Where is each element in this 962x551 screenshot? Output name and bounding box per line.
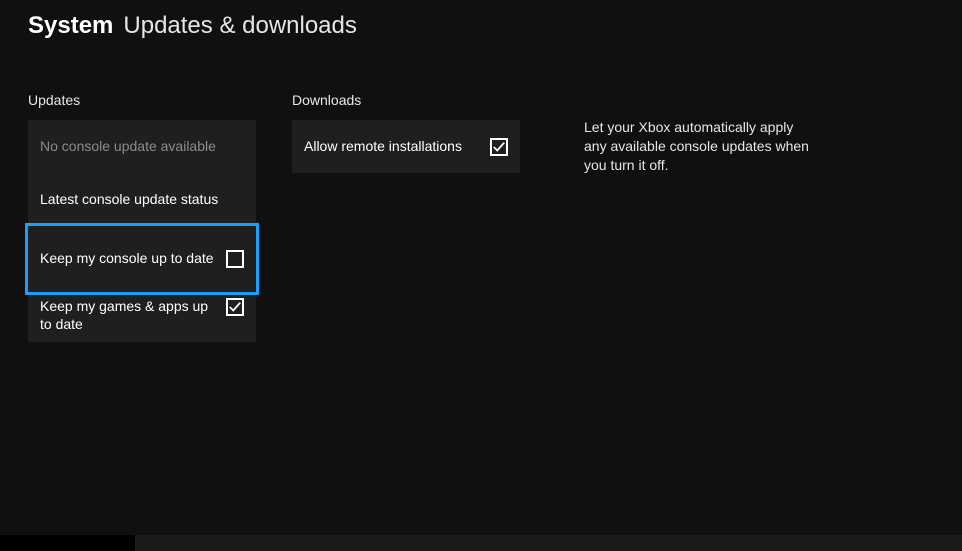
updates-column: Updates No console update available Late… <box>28 92 256 342</box>
keep-console-up-to-date-label: Keep my console up to date <box>40 250 218 268</box>
allow-remote-checkbox-checked-icon <box>490 138 508 156</box>
help-column: Let your Xbox automatically apply any av… <box>556 92 816 342</box>
header-page-title: Updates & downloads <box>123 12 356 40</box>
keep-games-apps-label: Keep my games & apps up to date <box>40 298 218 333</box>
allow-remote-installations-label: Allow remote installations <box>304 138 482 156</box>
keep-console-checkbox-unchecked-icon <box>226 250 244 268</box>
help-text: Let your Xbox automatically apply any av… <box>584 118 816 175</box>
bottom-bar-left <box>0 535 135 551</box>
no-console-update-item: No console update available <box>28 120 256 173</box>
keep-console-up-to-date-toggle[interactable]: Keep my console up to date <box>28 226 256 292</box>
keep-games-apps-checkbox-checked-icon <box>226 298 244 316</box>
downloads-column: Downloads Allow remote installations <box>292 92 520 342</box>
latest-update-status-button[interactable]: Latest console update status <box>28 173 256 226</box>
header-system-label: System <box>28 12 113 40</box>
content-area: Updates No console update available Late… <box>0 40 962 342</box>
bottom-bar-right <box>135 535 962 551</box>
allow-remote-installations-toggle[interactable]: Allow remote installations <box>292 120 520 173</box>
no-console-update-label: No console update available <box>40 138 244 156</box>
downloads-section-title: Downloads <box>292 92 520 108</box>
latest-update-status-label: Latest console update status <box>40 191 244 209</box>
updates-section-title: Updates <box>28 92 256 108</box>
keep-games-apps-up-to-date-toggle[interactable]: Keep my games & apps up to date <box>28 292 256 342</box>
page-header: System Updates & downloads <box>0 0 962 40</box>
